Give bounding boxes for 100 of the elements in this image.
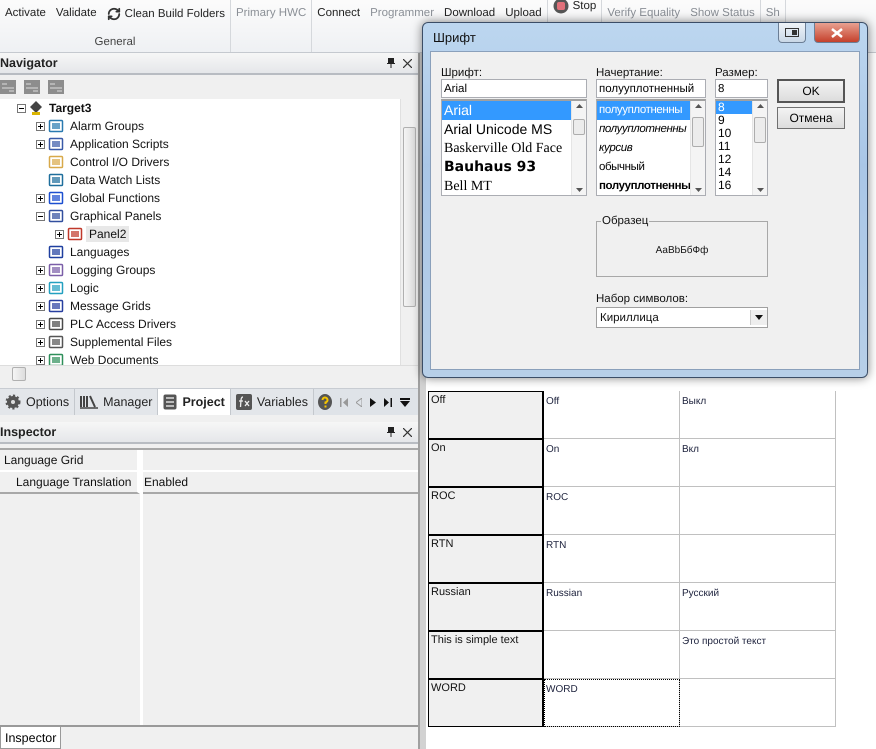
row-header[interactable]: RTN bbox=[428, 535, 544, 583]
tree-item[interactable]: Supplemental Files bbox=[67, 334, 176, 350]
close-icon[interactable] bbox=[403, 58, 412, 68]
ribbon-button[interactable]: Upload bbox=[504, 7, 543, 19]
panel-tab[interactable]: Inspector bbox=[0, 727, 62, 749]
scrollbar[interactable] bbox=[571, 101, 586, 195]
table-cell[interactable]: On bbox=[544, 439, 680, 487]
ribbon-button[interactable]: Connect bbox=[316, 7, 362, 19]
scroll-thumb[interactable] bbox=[754, 117, 766, 143]
close-icon[interactable] bbox=[403, 428, 412, 436]
pin-icon[interactable] bbox=[387, 58, 395, 68]
panel-tab[interactable]: Manager bbox=[75, 389, 158, 415]
property-name[interactable]: Language Translation bbox=[0, 472, 140, 494]
tree-item[interactable]: Target3 bbox=[46, 100, 94, 116]
up-arrow-icon[interactable] bbox=[576, 104, 582, 108]
tree-item[interactable]: Control I/O Drivers bbox=[67, 154, 172, 170]
collapse-icon[interactable] bbox=[17, 104, 26, 112]
expand-icon[interactable] bbox=[36, 356, 45, 364]
expand-icon[interactable] bbox=[36, 266, 45, 274]
tree-item[interactable]: Logging Groups bbox=[67, 262, 158, 278]
scrollbar[interactable] bbox=[690, 101, 705, 195]
scrollbar[interactable] bbox=[752, 101, 767, 195]
input-field[interactable]: 8 bbox=[715, 79, 768, 98]
tree-item[interactable]: Web Documents bbox=[67, 352, 162, 365]
list-item[interactable]: курсив bbox=[597, 139, 690, 158]
row-header[interactable]: ROC bbox=[428, 487, 544, 535]
table-cell[interactable]: Вкл bbox=[680, 439, 836, 487]
row-header[interactable]: Russian bbox=[428, 583, 544, 631]
expand-icon[interactable] bbox=[36, 284, 45, 292]
ribbon-button[interactable]: Stop bbox=[552, 0, 598, 14]
tree-item[interactable]: Logic bbox=[67, 280, 102, 296]
table-cell[interactable]: Выкл bbox=[680, 391, 836, 439]
charset-dropdown[interactable]: Кириллица bbox=[596, 307, 768, 328]
expand-icon[interactable] bbox=[36, 320, 45, 328]
close-button[interactable] bbox=[814, 23, 860, 43]
size-list[interactable]: 8 9 10 11 12 14 16 bbox=[715, 99, 768, 196]
panel-tab[interactable]: Options bbox=[0, 389, 76, 415]
down-arrow-icon[interactable] bbox=[694, 188, 702, 192]
ribbon-button[interactable]: Activate bbox=[4, 7, 47, 19]
list-item[interactable]: Arial Unicode MS bbox=[442, 120, 571, 139]
collapse-icon[interactable] bbox=[36, 212, 45, 220]
table-cell[interactable]: Off bbox=[544, 391, 680, 439]
dialog-button[interactable]: Отмена bbox=[777, 107, 845, 129]
list-item[interactable]: полууплотненны bbox=[597, 120, 690, 139]
expand-icon[interactable] bbox=[36, 302, 45, 310]
scroll-thumb[interactable] bbox=[12, 367, 26, 381]
ribbon-button[interactable]: Download bbox=[443, 7, 496, 19]
scroll-thumb[interactable] bbox=[573, 119, 585, 135]
font-list[interactable]: Arial Arial Unicode MS Baskerville Old Face Bauhaus 93 Bell MT bbox=[441, 99, 587, 196]
list-item[interactable]: 10 bbox=[716, 127, 752, 140]
list-item[interactable]: 16 bbox=[716, 179, 752, 192]
tree-item[interactable]: Data Watch Lists bbox=[67, 172, 164, 188]
tree-item[interactable]: Message Grids bbox=[67, 298, 154, 314]
input-field[interactable]: Arial bbox=[441, 79, 587, 98]
table-cell[interactable]: Russian bbox=[544, 583, 680, 631]
down-arrow-icon[interactable] bbox=[576, 188, 582, 192]
table-cell[interactable]: RTN bbox=[544, 535, 680, 583]
list-item[interactable]: 9 bbox=[716, 114, 752, 127]
list-item[interactable]: 14 bbox=[716, 166, 752, 179]
table-cell[interactable] bbox=[680, 487, 836, 535]
dialog-button[interactable]: OK bbox=[777, 79, 845, 103]
row-header[interactable]: Off bbox=[428, 391, 544, 439]
table-cell[interactable]: WORD bbox=[544, 679, 680, 727]
row-header[interactable]: This is simple text bbox=[428, 631, 544, 679]
panel-tab[interactable]: Project bbox=[158, 389, 231, 415]
list-item[interactable]: 11 bbox=[716, 140, 752, 153]
tree-item[interactable]: Graphical Panels bbox=[67, 208, 164, 224]
row-header[interactable]: WORD bbox=[428, 679, 544, 727]
list-item[interactable]: 12 bbox=[716, 153, 752, 166]
tree-item[interactable]: PLC Access Drivers bbox=[67, 316, 180, 332]
table-cell[interactable] bbox=[680, 535, 836, 583]
expand-icon[interactable] bbox=[36, 140, 45, 148]
row-header[interactable]: On bbox=[428, 439, 544, 487]
ribbon-button[interactable]: Validate bbox=[54, 7, 98, 19]
tree-item[interactable]: Alarm Groups bbox=[67, 118, 148, 134]
expand-icon[interactable] bbox=[36, 338, 45, 346]
style-list[interactable]: полууплотненны полууплотненны курсив обычный полууплотненны bbox=[596, 99, 706, 196]
expand-icon[interactable] bbox=[36, 122, 45, 130]
restore-button[interactable] bbox=[778, 23, 806, 43]
pin-icon[interactable] bbox=[387, 427, 395, 437]
tree-item[interactable]: Languages bbox=[67, 244, 132, 260]
scroll-thumb[interactable] bbox=[403, 127, 416, 307]
tree-item[interactable]: Application Scripts bbox=[67, 136, 172, 152]
up-arrow-icon[interactable] bbox=[694, 104, 702, 108]
expand-icon[interactable] bbox=[36, 194, 45, 202]
property-category[interactable]: Language Grid bbox=[0, 450, 140, 472]
table-cell[interactable]: Это простой текст bbox=[680, 631, 836, 679]
table-cell[interactable]: ROC bbox=[544, 487, 680, 535]
list-item[interactable]: обычный bbox=[597, 158, 690, 177]
list-item[interactable]: Bell MT bbox=[442, 177, 571, 195]
table-cell[interactable]: Русский bbox=[680, 583, 836, 631]
list-item[interactable]: Baskerville Old Face bbox=[442, 139, 571, 158]
scrollbar[interactable] bbox=[400, 99, 418, 365]
tree-item[interactable]: Panel2 bbox=[86, 226, 130, 242]
table-cell[interactable] bbox=[680, 679, 836, 727]
input-field[interactable]: полууплотненный bbox=[596, 79, 706, 98]
up-arrow-icon[interactable] bbox=[756, 104, 764, 108]
list-item[interactable]: полууплотненны bbox=[597, 177, 690, 195]
tree-item[interactable]: Global Functions bbox=[67, 190, 164, 206]
list-item[interactable]: Bauhaus 93 bbox=[442, 158, 571, 177]
